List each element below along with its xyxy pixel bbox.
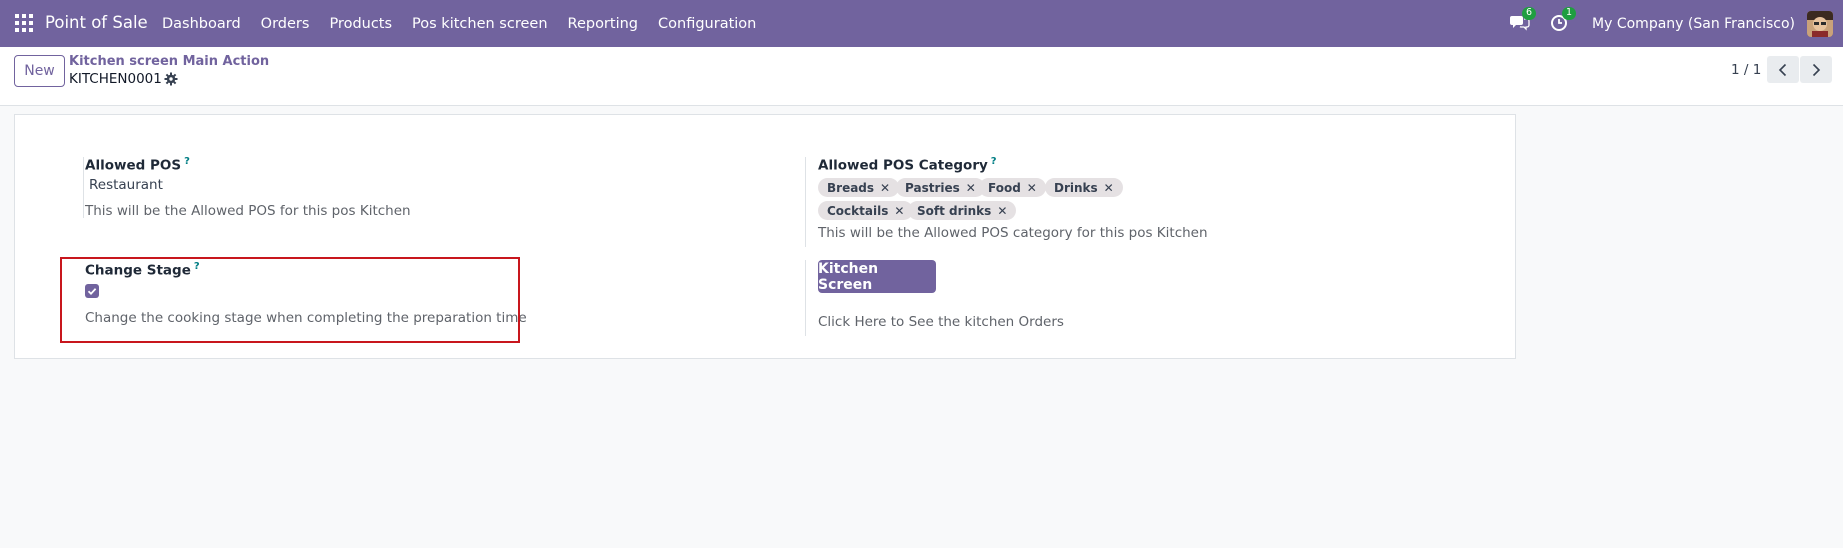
record-name: KITCHEN0001 [69,71,162,87]
user-avatar[interactable] [1807,10,1833,37]
remove-tag-icon[interactable]: ✕ [894,204,904,218]
remove-tag-icon[interactable]: ✕ [1104,181,1114,195]
category-tag-drinks: Drinks ✕ [1045,178,1123,197]
systray: 6 1 My Company (San Francisco) [1510,0,1843,47]
messages-systray[interactable]: 6 [1510,6,1537,35]
category-tag-cocktails: Cocktails ✕ [818,201,914,220]
gear-icon[interactable] [164,72,178,86]
chevron-left-icon [1778,63,1787,76]
chevron-right-icon [1812,63,1821,76]
user-avatar-image [1807,10,1833,37]
top-navbar: Point of Sale Dashboard Orders Products … [0,0,1843,47]
field-divider [805,157,806,247]
allowed-pos-value[interactable]: Restaurant [89,177,163,193]
apps-menu-icon[interactable] [15,14,33,32]
menu-item-pos-kitchen-screen[interactable]: Pos kitchen screen [412,16,547,32]
breadcrumb-parent-link[interactable]: Kitchen screen Main Action [69,54,269,69]
category-tag-breads: Breads ✕ [818,178,900,197]
app-brand[interactable]: Point of Sale [45,13,148,32]
activities-count-badge: 1 [1562,6,1577,20]
category-tag-pastries: Pastries ✕ [896,178,985,197]
category-tag-soft-drinks: Soft drinks ✕ [908,201,1017,220]
category-tag-food: Food ✕ [979,178,1046,197]
menu-item-orders[interactable]: Orders [261,16,310,32]
remove-tag-icon[interactable]: ✕ [966,181,976,195]
main-menu: Dashboard Orders Products Pos kitchen sc… [162,0,776,47]
field-divider [83,157,84,218]
menu-item-products[interactable]: Products [329,16,392,32]
remove-tag-icon[interactable]: ✕ [1027,181,1037,195]
pager-next-button[interactable] [1800,56,1832,83]
allowed-pos-help: This will be the Allowed POS for this po… [85,203,411,219]
remove-tag-icon[interactable]: ✕ [880,181,890,195]
control-panel: New Kitchen screen Main Action KITCHEN00… [0,47,1843,106]
pager-value[interactable]: 1 / 1 [1731,62,1761,78]
menu-item-configuration[interactable]: Configuration [658,16,756,32]
highlight-box [60,257,520,343]
new-button[interactable]: New [14,55,65,87]
allowed-pos-category-help: This will be the Allowed POS category fo… [818,225,1208,241]
allowed-pos-help-tooltip[interactable]: ? [184,156,190,167]
menu-item-dashboard[interactable]: Dashboard [162,16,241,32]
kitchen-screen-help: Click Here to See the kitchen Orders [818,314,1064,330]
allowed-pos-category-help-tooltip[interactable]: ? [991,156,997,167]
allowed-pos-label: Allowed POS? [85,156,190,174]
kitchen-screen-button[interactable]: Kitchen Screen [818,260,936,293]
allowed-pos-category-label: Allowed POS Category? [818,156,997,174]
company-switcher[interactable]: My Company (San Francisco) [1592,16,1795,32]
menu-item-reporting[interactable]: Reporting [568,16,639,32]
activities-systray[interactable]: 1 [1550,6,1577,35]
messages-count-badge: 6 [1522,6,1537,20]
pager-previous-button[interactable] [1767,56,1799,83]
field-divider [805,260,806,336]
remove-tag-icon[interactable]: ✕ [997,204,1007,218]
